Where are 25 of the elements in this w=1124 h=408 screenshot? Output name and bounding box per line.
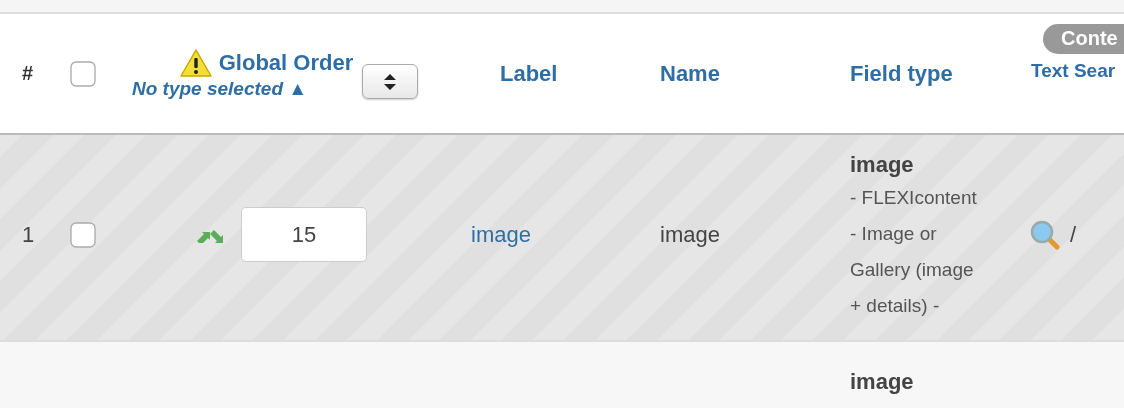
- column-header-link[interactable]: Global Order: [218, 49, 354, 76]
- field-type-name: image: [850, 368, 915, 396]
- field-type-description: - FLEXIcontent: [850, 186, 978, 210]
- warning-icon: [178, 47, 213, 78]
- field-type-name: image: [850, 151, 915, 179]
- sort-button[interactable]: [362, 64, 418, 99]
- field-type-description: + details) -: [850, 294, 941, 318]
- sort-icon: [383, 72, 397, 91]
- column-header-link[interactable]: Name: [660, 60, 720, 86]
- content-badge: Conte: [1043, 23, 1124, 54]
- field-name: image: [660, 221, 720, 247]
- type-filter-link[interactable]: No type selected ▲: [115, 77, 365, 100]
- checkbox[interactable]: [70, 60, 96, 87]
- column-header-link[interactable]: Text Sear: [1031, 59, 1116, 82]
- order-field[interactable]: 15: [241, 207, 367, 262]
- field-label-link[interactable]: image: [471, 221, 531, 247]
- field-type-description: Gallery (image: [850, 258, 975, 282]
- column-header-link[interactable]: Field type: [850, 60, 953, 86]
- checkbox[interactable]: [70, 221, 96, 248]
- row-number: 1: [21, 221, 36, 248]
- column-header-link[interactable]: Label: [500, 60, 558, 86]
- column-header: #: [21, 62, 35, 85]
- separator-text: /: [1070, 221, 1077, 248]
- search-icon[interactable]: [1030, 219, 1060, 250]
- field-type-description: - Image or: [850, 222, 938, 246]
